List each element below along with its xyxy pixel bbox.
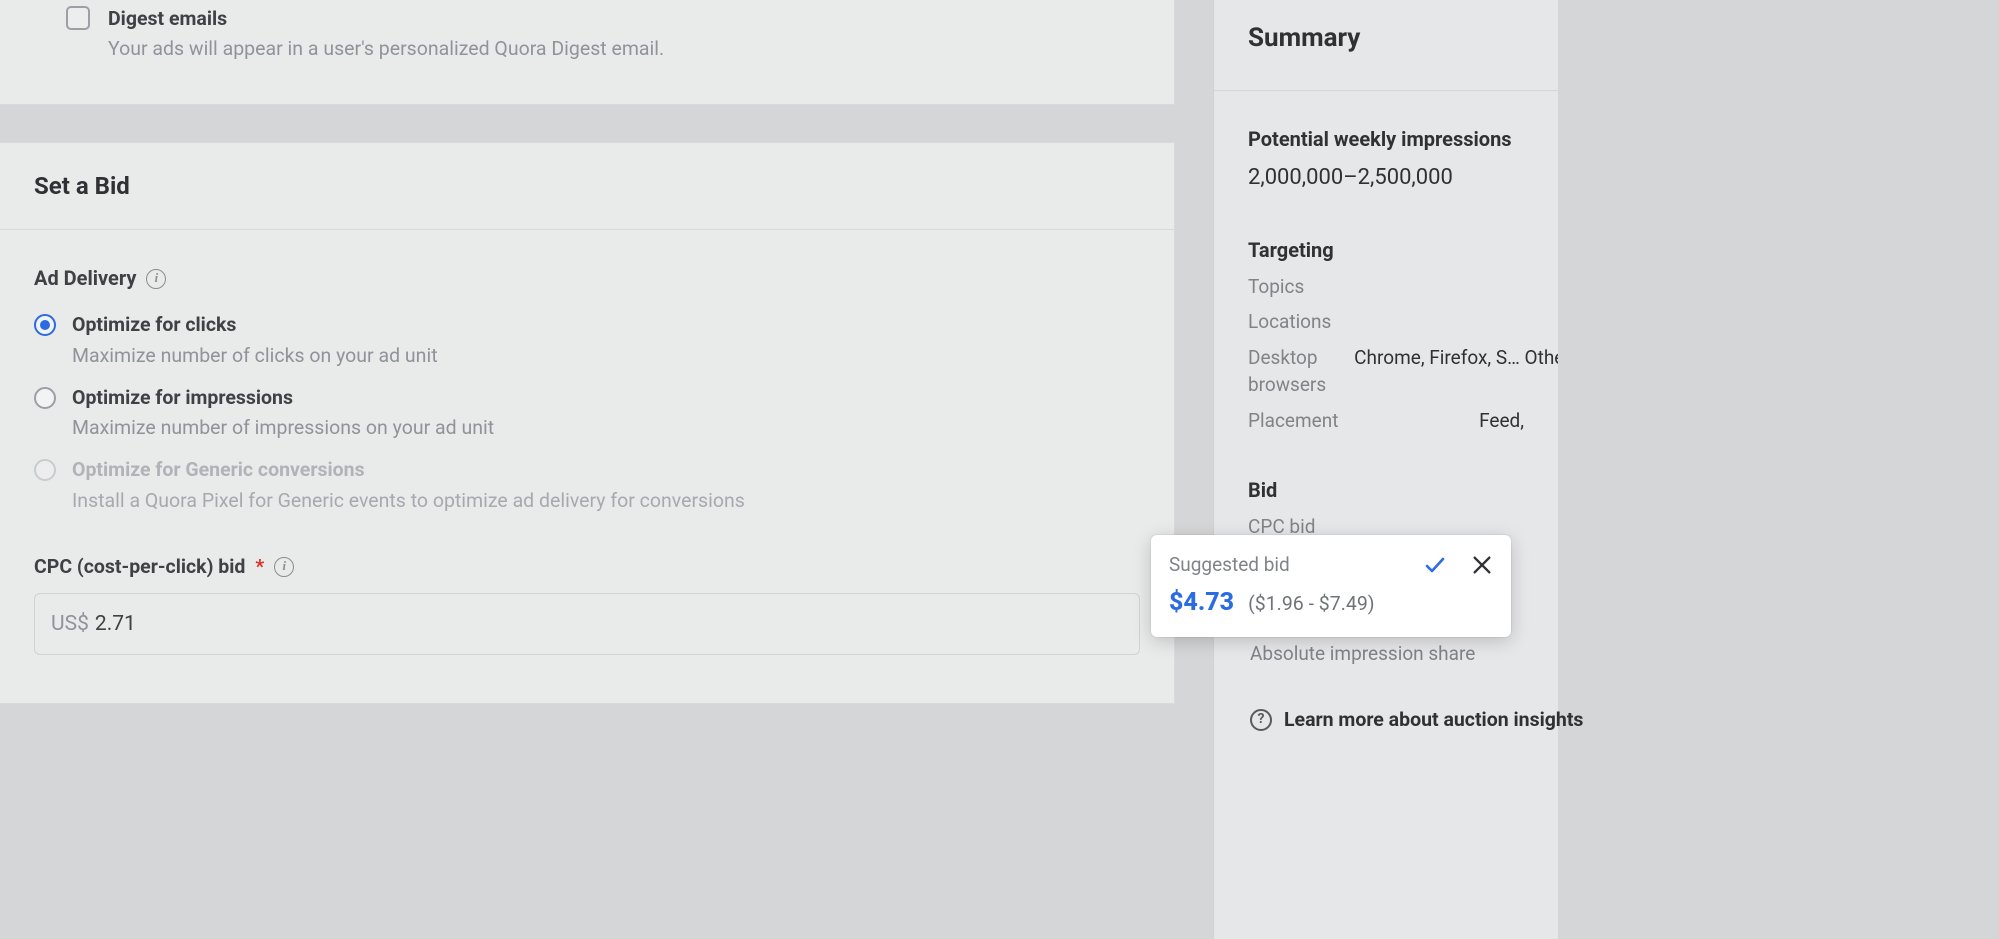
ad-delivery-label: Ad Delivery bbox=[34, 264, 136, 293]
bid-card: Set a Bid Ad Delivery i Optimize for cli… bbox=[0, 142, 1175, 705]
required-asterisk: * bbox=[255, 553, 264, 581]
suggested-bid-popover: Suggested bid $4.73 ($1.96 - $7.49) bbox=[1151, 535, 1511, 637]
learn-more-row[interactable]: ? Learn more about auction insights bbox=[1250, 680, 1583, 734]
radio-option-clicks[interactable]: Optimize for clicks Maximize number of c… bbox=[34, 311, 1140, 370]
bid-summary-section: Bid CPC bid bbox=[1248, 476, 1524, 541]
summary-sidebar: Summary Potential weekly impressions 2,0… bbox=[1213, 0, 1558, 939]
delivery-radio-group: Optimize for clicks Maximize number of c… bbox=[34, 311, 1140, 515]
learn-more-text: Learn more about auction insights bbox=[1284, 706, 1583, 734]
locations-label: Locations bbox=[1248, 308, 1331, 336]
browsers-value: Chrome, Firefox, S… Other bbox=[1354, 344, 1558, 372]
check-icon bbox=[1423, 553, 1447, 577]
dismiss-suggestion-button[interactable] bbox=[1471, 554, 1493, 576]
suggested-bid-value: $4.73 bbox=[1169, 585, 1234, 621]
placements-card: Digest emails Your ads will appear in a … bbox=[0, 0, 1175, 105]
popover-header: Suggested bid bbox=[1169, 551, 1493, 579]
placement-label: Placement bbox=[1248, 407, 1338, 435]
targeting-browsers-row: Desktop browsers Chrome, Firefox, S… Oth… bbox=[1248, 344, 1524, 399]
radio-option-conversions: Optimize for Generic conversions Install… bbox=[34, 456, 1140, 515]
radio-impressions-text: Optimize for impressions Maximize number… bbox=[72, 384, 494, 443]
digest-desc: Your ads will appear in a user's persona… bbox=[108, 35, 664, 63]
bid-heading: Bid bbox=[1248, 476, 1524, 505]
conversions-title: Optimize for Generic conversions bbox=[72, 456, 745, 484]
close-icon bbox=[1471, 554, 1493, 576]
checkbox-digest-emails[interactable] bbox=[66, 6, 90, 30]
targeting-locations-row: Locations bbox=[1248, 308, 1524, 336]
suggested-bid-range: ($1.96 - $7.49) bbox=[1248, 590, 1374, 618]
digest-title: Digest emails bbox=[108, 5, 664, 33]
cpc-bid-input[interactable]: US$ 2.71 bbox=[34, 593, 1140, 655]
conversions-desc: Install a Quora Pixel for Generic events… bbox=[72, 487, 745, 515]
cpc-bid-value: 2.71 bbox=[95, 609, 136, 639]
cpc-bid-label-text: CPC (cost-per-click) bid bbox=[34, 553, 245, 581]
digest-text: Digest emails Your ads will appear in a … bbox=[108, 5, 664, 64]
bid-section-body: Ad Delivery i Optimize for clicks Maximi… bbox=[0, 230, 1174, 703]
info-icon[interactable]: i bbox=[274, 557, 294, 577]
radio-clicks-text: Optimize for clicks Maximize number of c… bbox=[72, 311, 438, 370]
clicks-title: Optimize for clicks bbox=[72, 311, 438, 339]
placement-option-digest[interactable]: Digest emails Your ads will appear in a … bbox=[66, 0, 1136, 64]
bid-section-title: Set a Bid bbox=[0, 143, 1174, 231]
radio-conversions-text: Optimize for Generic conversions Install… bbox=[72, 456, 745, 515]
targeting-section: Targeting Topics Locations Desktop brows… bbox=[1248, 236, 1524, 435]
targeting-heading: Targeting bbox=[1248, 236, 1524, 265]
impressions-label: Potential weekly impressions bbox=[1248, 125, 1524, 154]
impressions-desc: Maximize number of impressions on your a… bbox=[72, 414, 494, 442]
popover-actions bbox=[1423, 553, 1493, 577]
info-icon[interactable]: i bbox=[146, 269, 166, 289]
summary-body: Potential weekly impressions 2,000,000–2… bbox=[1214, 91, 1558, 541]
topics-label: Topics bbox=[1248, 273, 1304, 301]
accept-suggestion-button[interactable] bbox=[1423, 553, 1447, 577]
radio-conversions bbox=[34, 459, 56, 481]
ad-delivery-heading: Ad Delivery i bbox=[34, 264, 166, 293]
targeting-placement-row: Placement Feed, bbox=[1248, 407, 1524, 435]
main-column: Digest emails Your ads will appear in a … bbox=[0, 0, 1175, 939]
radio-option-impressions[interactable]: Optimize for impressions Maximize number… bbox=[34, 384, 1140, 443]
impressions-title: Optimize for impressions bbox=[72, 384, 494, 412]
popover-body: $4.73 ($1.96 - $7.49) bbox=[1169, 585, 1493, 621]
radio-impressions[interactable] bbox=[34, 387, 56, 409]
clicks-desc: Maximize number of clicks on your ad uni… bbox=[72, 342, 438, 370]
placement-value: Feed, bbox=[1479, 407, 1524, 435]
browsers-label: Desktop browsers bbox=[1248, 344, 1326, 399]
summary-title: Summary bbox=[1214, 20, 1558, 91]
currency-prefix: US$ bbox=[51, 609, 89, 639]
question-icon: ? bbox=[1250, 709, 1272, 731]
suggested-bid-label: Suggested bid bbox=[1169, 551, 1290, 579]
cpc-bid-label: CPC (cost-per-click) bid * i bbox=[34, 553, 294, 581]
targeting-topics-row: Topics bbox=[1248, 273, 1524, 301]
absolute-impression-share-label: Absolute impression share bbox=[1250, 640, 1475, 668]
impressions-value: 2,000,000–2,500,000 bbox=[1248, 162, 1524, 194]
layout-root: Digest emails Your ads will appear in a … bbox=[0, 0, 1999, 939]
radio-clicks[interactable] bbox=[34, 314, 56, 336]
